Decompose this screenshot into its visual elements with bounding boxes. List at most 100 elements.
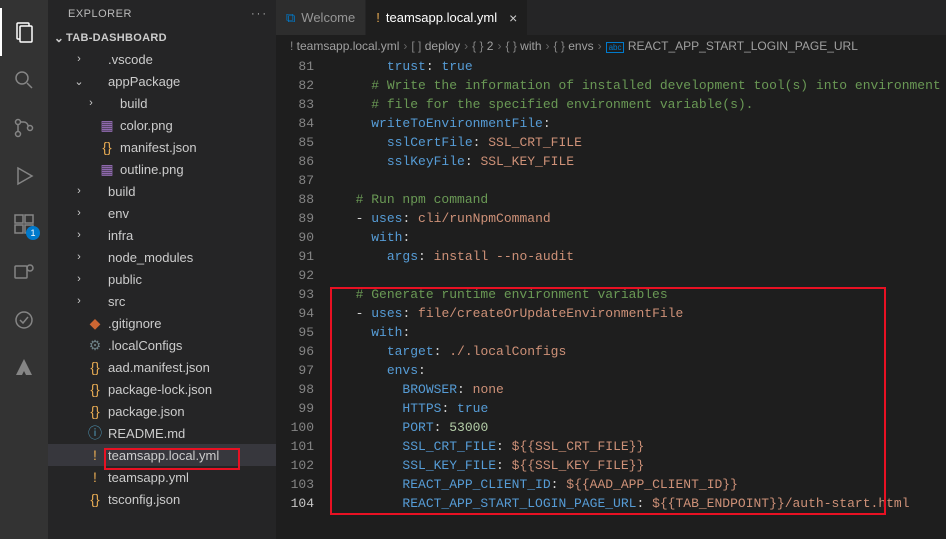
editor-tabs: ⧉ Welcome! teamsapp.local.yml ×: [276, 0, 946, 35]
tree-item[interactable]: ⚙.localConfigs: [48, 334, 276, 356]
breadcrumb-segment[interactable]: [ ] deploy: [411, 39, 460, 53]
code-content[interactable]: trust: true # Write the information of i…: [332, 57, 946, 539]
code-line[interactable]: REACT_APP_START_LOGIN_PAGE_URL: ${{TAB_E…: [340, 494, 946, 513]
line-number: 92: [276, 266, 314, 285]
tab-label: Welcome: [301, 10, 355, 25]
breadcrumb: ! teamsapp.local.yml›[ ] deploy›{ } 2›{ …: [276, 35, 946, 57]
file-icon: ▦: [98, 117, 116, 134]
file-icon: {}: [86, 359, 104, 375]
line-number: 86: [276, 152, 314, 171]
more-actions-icon[interactable]: ···: [251, 8, 268, 20]
breadcrumb-segment[interactable]: { } 2: [472, 39, 493, 53]
source-control-icon[interactable]: [0, 104, 48, 152]
tree-item[interactable]: {}aad.manifest.json: [48, 356, 276, 378]
line-number: 85: [276, 133, 314, 152]
sidebar-section[interactable]: ⌄ TAB-DASHBOARD: [48, 28, 276, 48]
file-icon: !: [86, 447, 104, 463]
teams-icon[interactable]: [0, 248, 48, 296]
code-line[interactable]: # file for the specified environment var…: [340, 95, 946, 114]
azure-icon[interactable]: [0, 344, 48, 392]
code-line[interactable]: [340, 266, 946, 285]
editor-area: ⧉ Welcome! teamsapp.local.yml × ! teamsapp.…: [276, 0, 946, 539]
editor[interactable]: 8182838485868788899091929394959697989910…: [276, 57, 946, 539]
code-line[interactable]: SSL_CRT_FILE: ${{SSL_CRT_FILE}}: [340, 437, 946, 456]
line-number: 84: [276, 114, 314, 133]
line-number: 87: [276, 171, 314, 190]
tree-item[interactable]: ›env: [48, 202, 276, 224]
tree-item[interactable]: {}package.json: [48, 400, 276, 422]
tab-label: teamsapp.local.yml: [386, 10, 497, 25]
tree-item[interactable]: ▦outline.png: [48, 158, 276, 180]
file-icon: !: [86, 469, 104, 485]
tree-item[interactable]: ⓘ README.md: [48, 422, 276, 444]
tree-item[interactable]: ›public: [48, 268, 276, 290]
code-line[interactable]: writeToEnvironmentFile:: [340, 114, 946, 133]
tree-item[interactable]: !teamsapp.local.yml: [48, 444, 276, 466]
tree-item[interactable]: ▦color.png: [48, 114, 276, 136]
tab-icon: !: [376, 10, 380, 25]
line-number: 95: [276, 323, 314, 342]
file-tree: ›.vscode⌄appPackage›build▦color.png{}man…: [48, 48, 276, 539]
editor-tab[interactable]: ⧉ Welcome: [276, 0, 366, 35]
tree-item-label: README.md: [108, 426, 185, 441]
code-line[interactable]: sslCertFile: SSL_CRT_FILE: [340, 133, 946, 152]
extensions-icon[interactable]: 1: [0, 200, 48, 248]
breadcrumb-segment[interactable]: { } with: [505, 39, 541, 53]
code-line[interactable]: envs:: [340, 361, 946, 380]
code-line[interactable]: HTTPS: true: [340, 399, 946, 418]
code-line[interactable]: sslKeyFile: SSL_KEY_FILE: [340, 152, 946, 171]
breadcrumb-segment[interactable]: ! teamsapp.local.yml: [290, 39, 399, 53]
code-line[interactable]: # Generate runtime environment variables: [340, 285, 946, 304]
tree-item[interactable]: ›node_modules: [48, 246, 276, 268]
file-icon: ⚙: [86, 337, 104, 354]
code-line[interactable]: with:: [340, 323, 946, 342]
run-debug-icon[interactable]: [0, 152, 48, 200]
code-line[interactable]: REACT_APP_CLIENT_ID: ${{AAD_APP_CLIENT_I…: [340, 475, 946, 494]
tree-item[interactable]: ›src: [48, 290, 276, 312]
search-icon[interactable]: [0, 56, 48, 104]
explorer-icon[interactable]: [0, 8, 48, 56]
tree-item-label: .gitignore: [108, 316, 161, 331]
extensions-badge: 1: [26, 226, 40, 240]
chevron-icon: ›: [72, 53, 86, 65]
tree-item-label: public: [108, 272, 142, 287]
tab-icon: ⧉: [286, 10, 295, 26]
tree-item[interactable]: {}tsconfig.json: [48, 488, 276, 510]
code-line[interactable]: BROWSER: none: [340, 380, 946, 399]
code-line[interactable]: SSL_KEY_FILE: ${{SSL_KEY_FILE}}: [340, 456, 946, 475]
tree-item[interactable]: ›build: [48, 92, 276, 114]
tree-item[interactable]: {}package-lock.json: [48, 378, 276, 400]
tree-item[interactable]: !teamsapp.yml: [48, 466, 276, 488]
code-line[interactable]: args: install --no-audit: [340, 247, 946, 266]
tree-item-label: src: [108, 294, 125, 309]
code-line[interactable]: # Run npm command: [340, 190, 946, 209]
chevron-icon: ›: [72, 229, 86, 241]
file-icon: ⓘ: [86, 423, 104, 443]
code-line[interactable]: target: ./.localConfigs: [340, 342, 946, 361]
breadcrumb-segment[interactable]: abc REACT_APP_START_LOGIN_PAGE_URL: [606, 39, 858, 53]
line-number: 91: [276, 247, 314, 266]
tree-item[interactable]: ◆.gitignore: [48, 312, 276, 334]
code-line[interactable]: PORT: 53000: [340, 418, 946, 437]
editor-tab[interactable]: ! teamsapp.local.yml ×: [366, 0, 528, 35]
testing-icon[interactable]: [0, 296, 48, 344]
code-line[interactable]: with:: [340, 228, 946, 247]
code-line[interactable]: trust: true: [340, 57, 946, 76]
code-line[interactable]: # Write the information of installed dev…: [340, 76, 946, 95]
tree-item[interactable]: ›infra: [48, 224, 276, 246]
code-line[interactable]: [340, 171, 946, 190]
tree-item[interactable]: ›.vscode: [48, 48, 276, 70]
line-number: 100: [276, 418, 314, 437]
code-line[interactable]: - uses: file/createOrUpdateEnvironmentFi…: [340, 304, 946, 323]
close-icon[interactable]: ×: [509, 10, 517, 26]
file-icon: {}: [86, 403, 104, 419]
tree-item[interactable]: ›build: [48, 180, 276, 202]
code-line[interactable]: - uses: cli/runNpmCommand: [340, 209, 946, 228]
activity-bar: 1: [0, 0, 48, 539]
sidebar: EXPLORER ··· ⌄ TAB-DASHBOARD ›.vscode⌄ap…: [48, 0, 276, 539]
tree-item[interactable]: ⌄appPackage: [48, 70, 276, 92]
tree-item[interactable]: {}manifest.json: [48, 136, 276, 158]
chevron-icon: ›: [84, 97, 98, 109]
breadcrumb-segment[interactable]: { } envs: [554, 39, 594, 53]
line-number: 83: [276, 95, 314, 114]
